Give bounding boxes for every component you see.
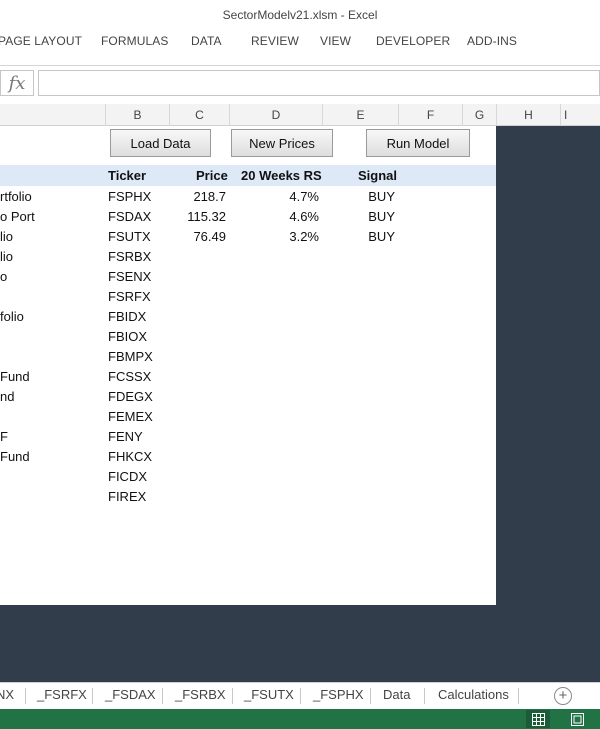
table-row: o FSENX	[0, 267, 496, 287]
new-prices-button[interactable]: New Prices	[231, 129, 333, 157]
fx-icon: fx	[8, 72, 26, 94]
column-header-f[interactable]: F	[398, 104, 462, 126]
ticker-cell: FIREX	[108, 489, 147, 504]
sheet-tab-fsrfx[interactable]: _FSRFX	[37, 683, 87, 709]
sheet-tab-fsutx[interactable]: _FSUTX	[244, 683, 294, 709]
ticker-cell: FEMEX	[108, 409, 153, 424]
ticker-cell: FSPHX	[108, 189, 152, 204]
column-header-b[interactable]: B	[105, 104, 169, 126]
ticker-cell: FSENX	[108, 269, 152, 284]
ticker-cell: FCSSX	[108, 369, 152, 384]
ticker-cell: FHKCX	[108, 449, 153, 464]
ticker-cell: FBIDX	[108, 309, 147, 324]
column-header-g[interactable]: G	[462, 104, 496, 126]
fund-name-cell: lio	[0, 249, 14, 264]
sheet-tab-fsdax[interactable]: _FSDAX	[105, 683, 156, 709]
column-header-c[interactable]: C	[169, 104, 229, 126]
title-bar: SectorModelv21.xlsm - Excel	[0, 0, 600, 30]
sheet-tab-fsrbx[interactable]: _FSRBX	[175, 683, 226, 709]
formula-bar: fx	[0, 66, 600, 100]
tab-view[interactable]: VIEW	[320, 34, 351, 48]
ticker-cell: FBIOX	[108, 329, 148, 344]
column-headers: B C D E F G H I	[0, 104, 600, 126]
tab-page-layout[interactable]: PAGE LAYOUT	[0, 34, 82, 48]
signal-cell: BUY	[368, 229, 395, 244]
ribbon-tabs: PAGE LAYOUT FORMULAS DATA REVIEW VIEW DE…	[0, 30, 600, 54]
page-layout-view-icon[interactable]	[565, 710, 589, 728]
sheet-tab-nx[interactable]: NX	[0, 683, 14, 709]
price-cell: 76.49	[193, 229, 226, 244]
fund-name-cell: nd	[0, 389, 15, 404]
fund-name-cell: F	[0, 429, 8, 444]
rs-cell: 3.2%	[289, 229, 319, 244]
sheet-tab-fsphx[interactable]: _FSPHX	[313, 683, 364, 709]
sheet-tab-data[interactable]: Data	[383, 683, 410, 709]
table-row: FBMPX	[0, 347, 496, 367]
window-title: SectorModelv21.xlsm - Excel	[222, 8, 378, 22]
column-header-i[interactable]: I	[560, 104, 600, 126]
worksheet-grid: Load Data New Prices Run Model Ticker Pr…	[0, 126, 496, 605]
header-signal: Signal	[358, 168, 398, 183]
tab-review[interactable]: REVIEW	[251, 34, 299, 48]
tab-developer[interactable]: DEVELOPER	[376, 34, 450, 48]
ticker-cell: FENY	[108, 429, 143, 444]
table-row: lio FSRBX	[0, 247, 496, 267]
rs-cell: 4.6%	[289, 209, 319, 224]
table-row: folio FBIDX	[0, 307, 496, 327]
load-data-button[interactable]: Load Data	[110, 129, 211, 157]
column-header-d[interactable]: D	[229, 104, 322, 126]
column-header-h[interactable]: H	[496, 104, 560, 126]
table-row: Fund FCSSX	[0, 367, 496, 387]
ticker-cell: FSRBX	[108, 249, 152, 264]
price-cell: 218.7	[193, 189, 226, 204]
table-header-row: Ticker Price 20 Weeks RS Signal	[0, 165, 496, 186]
table-row: nd FDEGX	[0, 387, 496, 407]
ticker-cell: FSRFX	[108, 289, 151, 304]
ticker-cell: FSUTX	[108, 229, 151, 244]
sheet-area: Load Data New Prices Run Model Ticker Pr…	[0, 126, 600, 682]
fund-name-cell: o	[0, 269, 8, 284]
table-row: lio FSUTX 76.49 3.2% BUY	[0, 227, 496, 247]
signal-cell: BUY	[368, 209, 395, 224]
ticker-cell: FDEGX	[108, 389, 153, 404]
run-model-button[interactable]: Run Model	[366, 129, 470, 157]
header-rs: 20 Weeks RS	[241, 168, 322, 183]
table-row: rtfolio FSPHX 218.7 4.7% BUY	[0, 187, 496, 207]
tab-formulas[interactable]: FORMULAS	[101, 34, 168, 48]
insert-function-button[interactable]: fx	[0, 70, 34, 96]
formula-input[interactable]	[38, 70, 600, 96]
rs-cell: 4.7%	[289, 189, 319, 204]
table-row: F FENY	[0, 427, 496, 447]
normal-view-icon[interactable]	[526, 710, 550, 728]
table-row: FEMEX	[0, 407, 496, 427]
table-row: FICDX	[0, 467, 496, 487]
tab-data[interactable]: DATA	[191, 34, 222, 48]
table-row: Fund FHKCX	[0, 447, 496, 467]
header-price: Price	[196, 168, 228, 183]
ticker-cell: FBMPX	[108, 349, 153, 364]
plus-circle-icon[interactable]: +	[554, 687, 572, 705]
column-header-e[interactable]: E	[322, 104, 398, 126]
table-row: FBIOX	[0, 327, 496, 347]
signal-cell: BUY	[368, 189, 395, 204]
ribbon-collapsed	[0, 54, 600, 66]
table-row: o Port FSDAX 115.32 4.6% BUY	[0, 207, 496, 227]
sheet-tab-calculations[interactable]: Calculations	[438, 683, 509, 709]
header-ticker: Ticker	[108, 168, 147, 183]
ticker-cell: FSDAX	[108, 209, 152, 224]
fund-name-cell: Fund	[0, 369, 30, 384]
status-bar	[0, 709, 600, 729]
fund-name-cell: o Port	[0, 209, 35, 224]
table-row: FSRFX	[0, 287, 496, 307]
fund-name-cell: folio	[0, 309, 24, 324]
fund-name-cell: rtfolio	[0, 189, 32, 204]
ticker-cell: FICDX	[108, 469, 147, 484]
tab-add-ins[interactable]: ADD-INS	[467, 34, 517, 48]
table-row: FIREX	[0, 487, 496, 507]
fund-name-cell: lio	[0, 229, 14, 244]
price-cell: 115.32	[187, 209, 226, 224]
sheet-tabs-bar: NX _FSRFX _FSDAX _FSRBX _FSUTX _FSPHX Da…	[0, 682, 600, 709]
fund-name-cell: Fund	[0, 449, 30, 464]
